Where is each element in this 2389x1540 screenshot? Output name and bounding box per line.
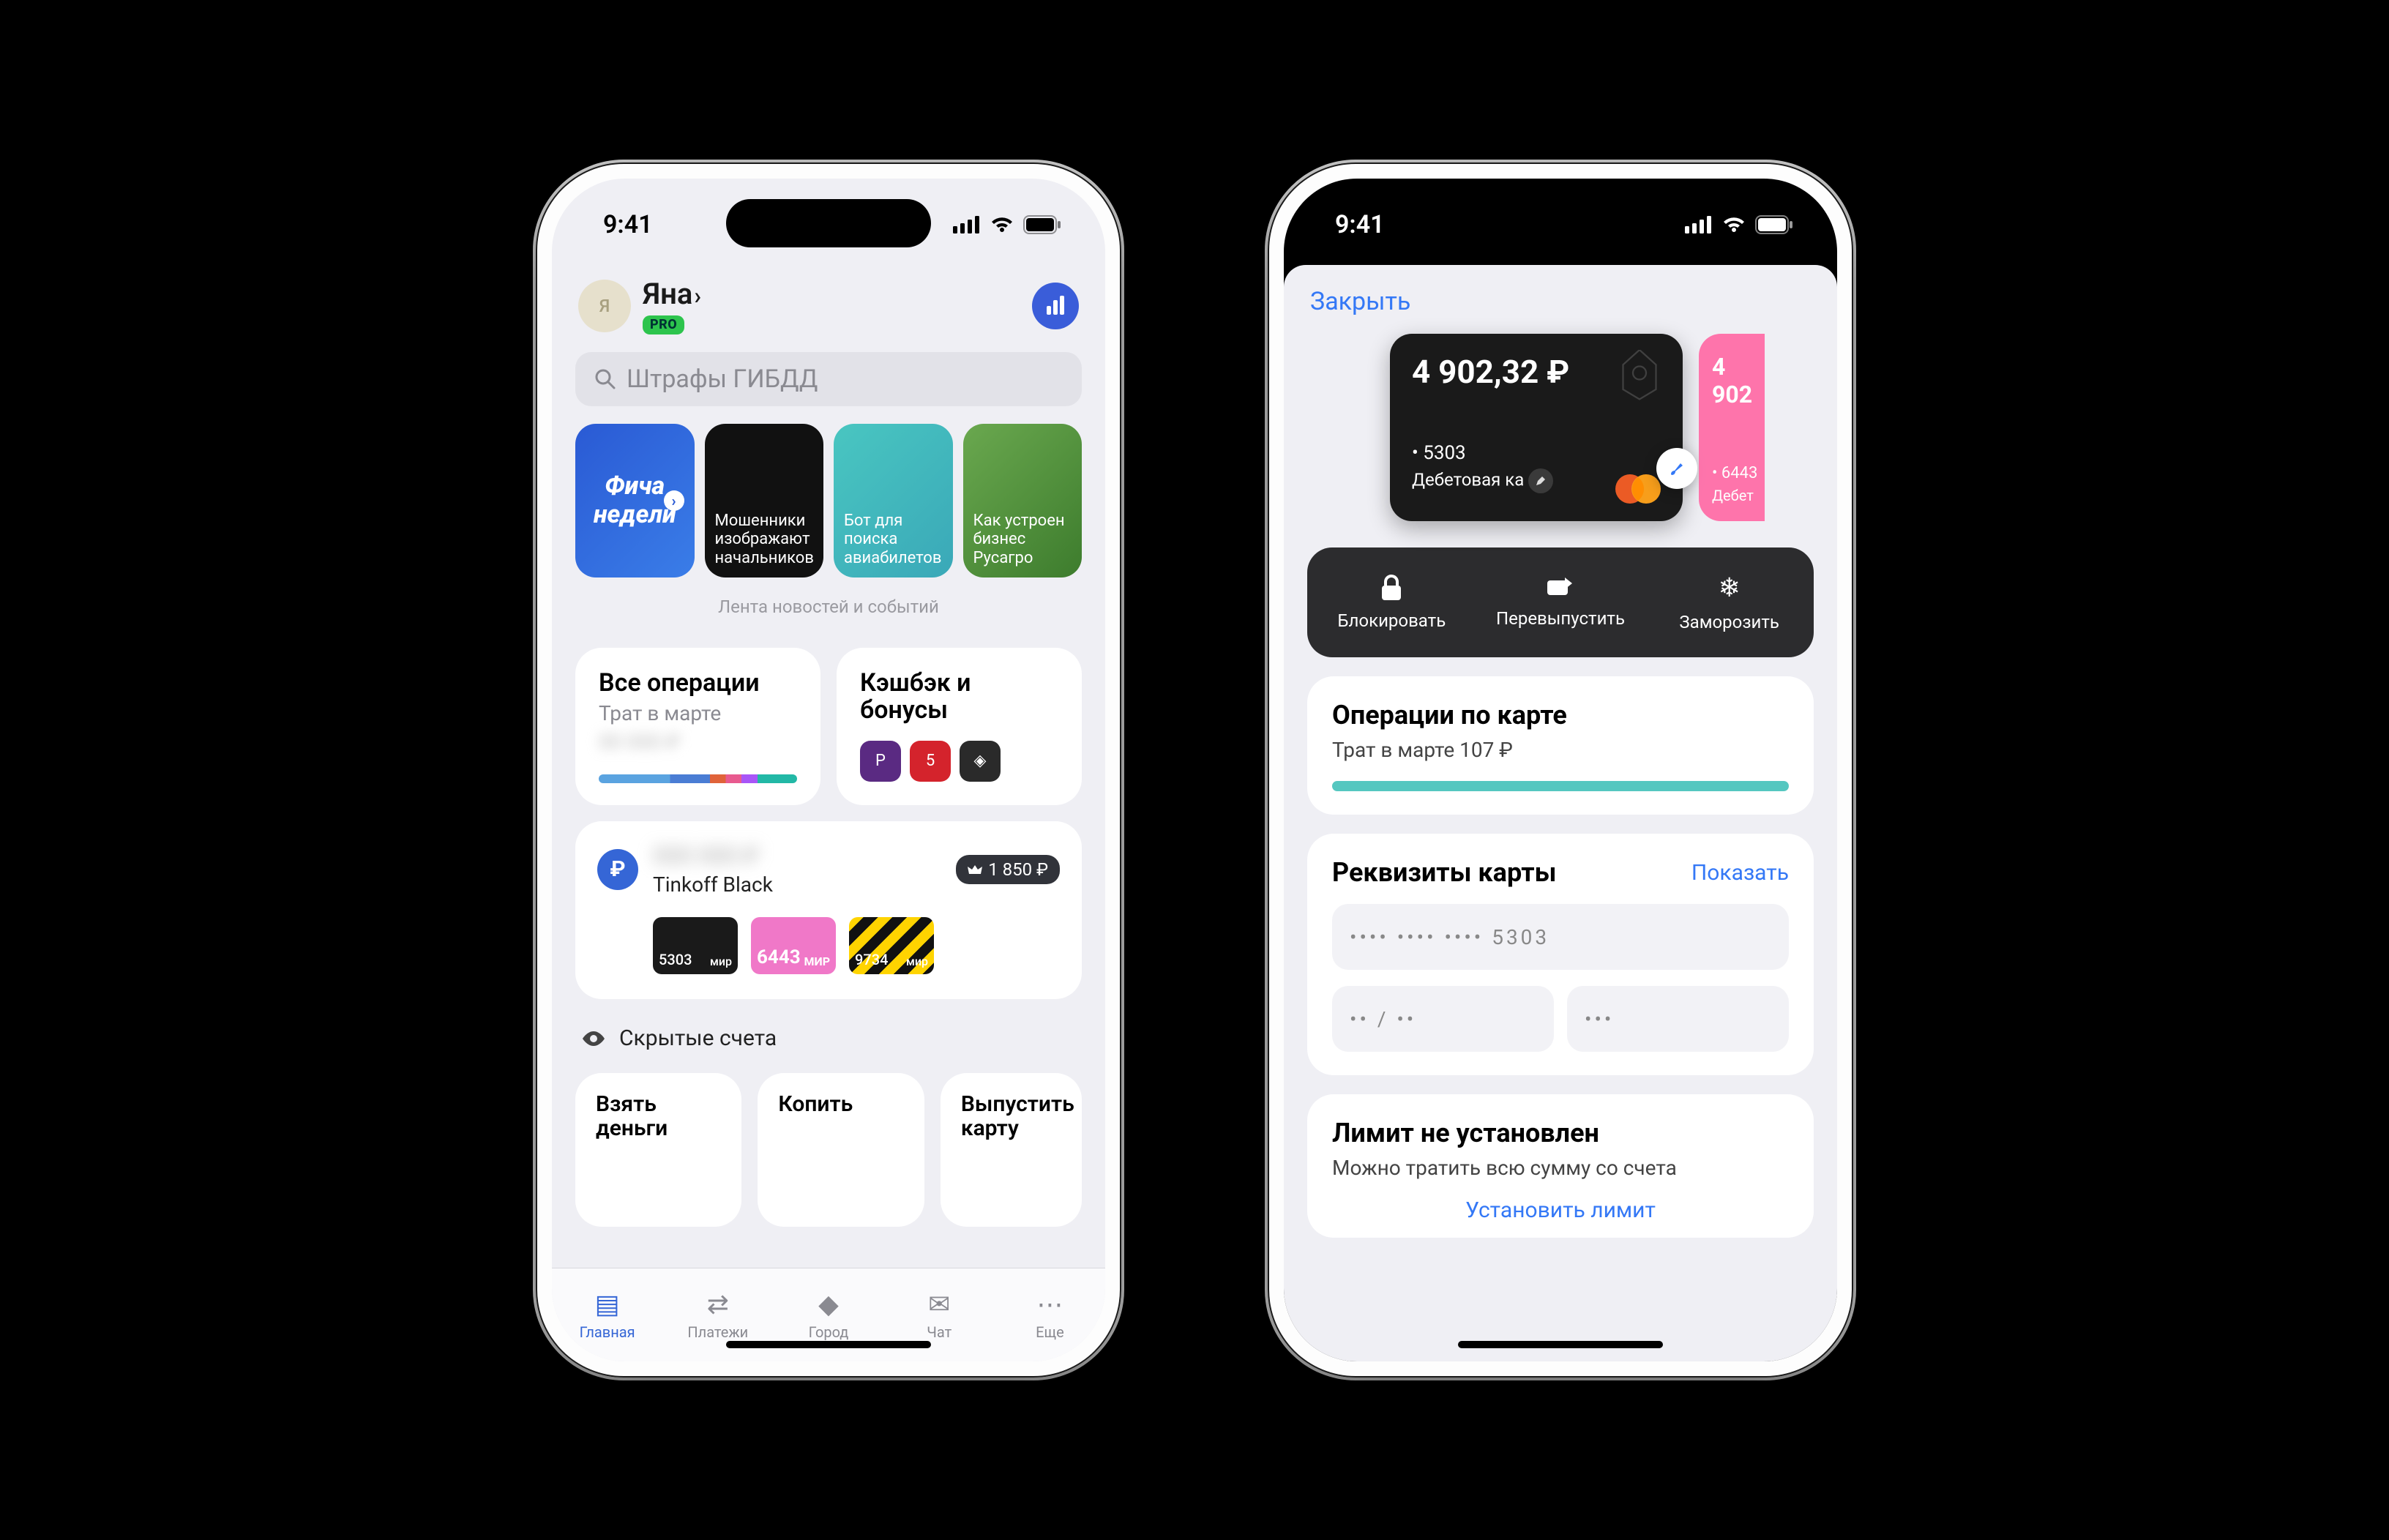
peek-balance: 4 902: [1712, 353, 1765, 408]
mini-card[interactable]: 9734мир: [849, 917, 934, 974]
payments-icon: ⇄: [707, 1289, 729, 1320]
home-indicator[interactable]: [726, 1341, 931, 1348]
more-icon: ⋯: [1036, 1289, 1063, 1320]
story-item[interactable]: Мошенники изображают начальников: [705, 424, 824, 578]
cellular-icon: [953, 216, 981, 233]
status-time: 9:41: [1335, 210, 1385, 239]
partner-icon: ◈: [960, 741, 1001, 782]
notch: [726, 199, 931, 247]
card-operations[interactable]: Операции по карте Трат в марте 107 ₽: [1307, 676, 1814, 815]
status-icons: [1685, 215, 1793, 234]
account-balance-blur: 000 000 ₽: [653, 842, 941, 870]
ops-sub: Трат в марте 107 ₽: [1332, 738, 1789, 762]
operations-card[interactable]: Все операции Трат в марте 00 000 ₽: [575, 648, 820, 805]
cta-borrow[interactable]: Взять деньги: [575, 1073, 741, 1227]
card-actions: Блокировать Перевыпустить ❄ Заморозить: [1307, 547, 1814, 657]
cta-issue-card[interactable]: Выпустить карту: [941, 1073, 1082, 1227]
action-block[interactable]: Блокировать: [1307, 547, 1476, 657]
cashback-title: Кэшбэк и бонусы: [860, 670, 1058, 725]
card-last4: • 5303: [1412, 442, 1661, 464]
pro-badge: PRO: [643, 315, 684, 334]
brush-icon: [1668, 460, 1686, 477]
wifi-icon: [990, 216, 1014, 233]
operations-title: Все операции: [599, 670, 797, 697]
story-item[interactable]: Бот для поиска авиабилетов: [834, 424, 953, 578]
ruble-icon: ₽: [597, 849, 638, 890]
chat-icon: ✉: [928, 1289, 950, 1320]
cashback-card[interactable]: Кэшбэк и бонусы P 5 ◈: [837, 648, 1082, 805]
phone-main: 9:41 Я Яна› PRO: [536, 162, 1121, 1378]
battery-icon: [1023, 215, 1061, 234]
analytics-button[interactable]: [1032, 283, 1079, 329]
notch: [1458, 199, 1663, 247]
home-icon: ▤: [595, 1289, 620, 1320]
set-limit-button[interactable]: Установить лимит: [1332, 1180, 1789, 1223]
action-freeze[interactable]: ❄ Заморозить: [1645, 547, 1814, 657]
operations-amount-blur: 00 000 ₽: [599, 730, 797, 754]
req-number: •••• •••• •••• 5303: [1332, 904, 1789, 970]
peek-type: Дебет: [1712, 487, 1765, 504]
feed-caption: Лента новостей и событий: [552, 592, 1105, 648]
bar-chart-icon: [1045, 296, 1066, 316]
battery-icon: [1755, 215, 1793, 234]
req-title: Реквизиты карты: [1332, 857, 1556, 888]
wifi-icon: [1721, 216, 1746, 233]
tab-home[interactable]: ▤Главная: [552, 1268, 662, 1361]
partner-icon: P: [860, 741, 901, 782]
search-placeholder: Штрафы ГИБДД: [627, 365, 818, 394]
peek-last4: • 6443: [1712, 464, 1765, 482]
mini-card-selected[interactable]: 6443МИР: [751, 917, 836, 974]
action-reissue[interactable]: Перевыпустить: [1476, 547, 1645, 657]
snowflake-icon: ❄: [1719, 572, 1741, 603]
profile-link[interactable]: Я Яна› PRO: [578, 277, 701, 334]
hidden-accounts-row[interactable]: Скрытые счета: [552, 999, 1105, 1073]
search-icon: [594, 368, 616, 390]
eye-icon: [581, 1030, 606, 1047]
arrow-icon: ›: [664, 490, 684, 511]
card-requisites: Реквизиты карты Показать •••• •••• •••• …: [1307, 834, 1814, 1075]
mastercard-icon: [1612, 473, 1664, 505]
home-indicator[interactable]: [1458, 1341, 1663, 1348]
lock-icon: [1379, 574, 1404, 602]
req-cvv: •••: [1567, 986, 1789, 1052]
avatar: Я: [578, 280, 631, 332]
spend-bar: [599, 774, 797, 783]
mini-card[interactable]: 5303мир: [653, 917, 738, 974]
status-time: 9:41: [603, 210, 653, 239]
card-limit: Лимит не установлен Можно тратить всю су…: [1307, 1094, 1814, 1238]
ops-title: Операции по карте: [1332, 700, 1789, 730]
story-feature[interactable]: Фича›недели: [575, 424, 695, 578]
cellular-icon: [1685, 216, 1713, 233]
operations-sub: Трат в марте: [599, 701, 797, 725]
crown-icon: [968, 864, 982, 875]
city-icon: ◆: [818, 1289, 839, 1320]
story-item[interactable]: Как устроен бизнес Русагро: [963, 424, 1083, 578]
cta-save[interactable]: Копить: [758, 1073, 924, 1227]
req-expiry: •• / ••: [1332, 986, 1554, 1052]
cashback-badge: 1 850 ₽: [956, 855, 1060, 884]
card-reissue-icon: [1546, 576, 1575, 599]
phone-card-detail: 9:41 Закрыть 4 902,32 ₽ • 5303 Дебетовая…: [1268, 162, 1853, 1378]
account-name: Tinkoff Black: [653, 872, 941, 897]
partner-icon: 5: [910, 741, 951, 782]
limit-title: Лимит не установлен: [1332, 1118, 1789, 1148]
status-icons: [953, 215, 1061, 234]
knight-logo-icon: [1612, 350, 1667, 416]
customize-button[interactable]: [1656, 448, 1697, 489]
limit-sub: Можно тратить всю сумму со счета: [1332, 1156, 1789, 1180]
profile-name: Яна›: [643, 277, 701, 311]
search-input[interactable]: Штрафы ГИБДД: [575, 352, 1082, 406]
close-button[interactable]: Закрыть: [1284, 265, 1437, 329]
tab-more[interactable]: ⋯Еще: [995, 1268, 1105, 1361]
card-peek[interactable]: 4 902 • 6443 Дебет: [1699, 334, 1765, 521]
account-card[interactable]: ₽ 000 000 ₽ Tinkoff Black 1 850 ₽ 5303ми…: [575, 821, 1082, 999]
edit-icon[interactable]: [1528, 468, 1553, 493]
show-requisites[interactable]: Показать: [1691, 860, 1789, 886]
card-visual[interactable]: 4 902,32 ₽ • 5303 Дебетовая ка: [1390, 334, 1683, 521]
ops-bar: [1332, 781, 1789, 791]
